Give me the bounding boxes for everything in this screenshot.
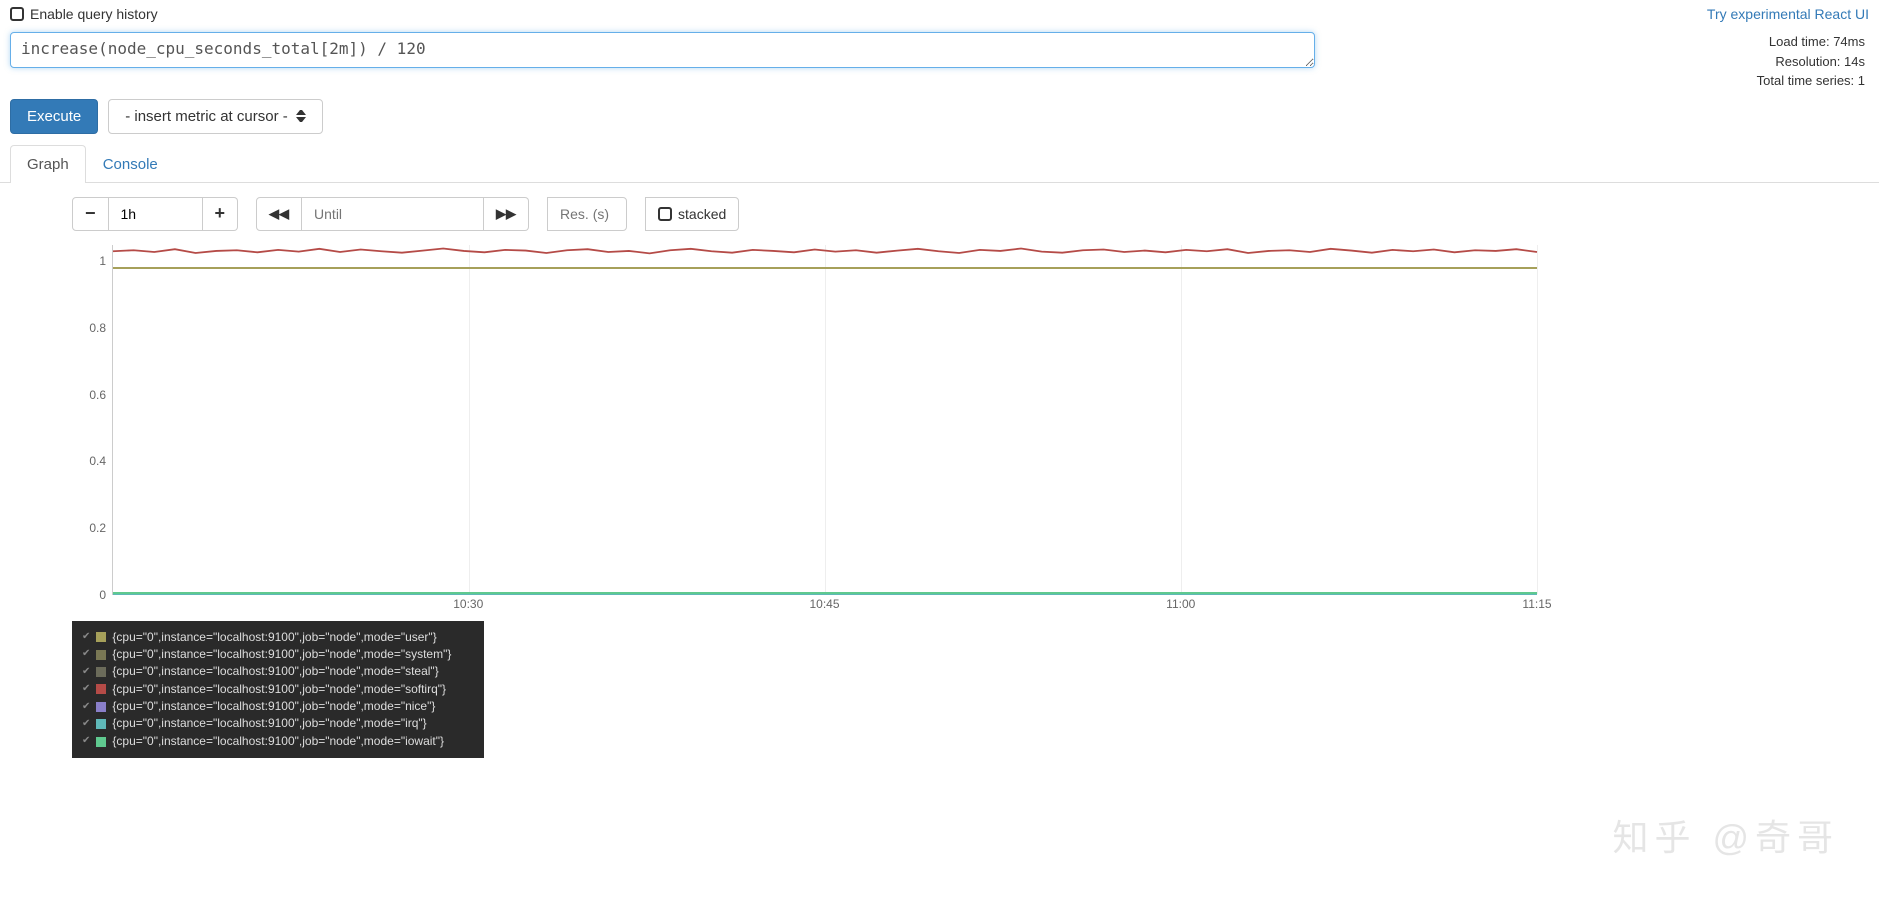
resolution: Resolution: 14s [1757, 52, 1865, 72]
legend-row[interactable]: ✔ {cpu="0",instance="localhost:9100",job=… [82, 698, 474, 715]
checkbox-icon [10, 7, 24, 21]
time-forward-button[interactable]: ▶▶ [484, 197, 529, 231]
time-back-button[interactable]: ◀◀ [256, 197, 302, 231]
legend-row[interactable]: ✔ {cpu="0",instance="localhost:9100",job=… [82, 715, 474, 732]
check-icon: ✔ [82, 734, 90, 749]
execute-button[interactable]: Execute [10, 99, 98, 134]
color-swatch [96, 650, 106, 660]
color-swatch [96, 737, 106, 747]
check-icon: ✔ [82, 647, 90, 662]
color-swatch [96, 667, 106, 677]
y-tick: 0.8 [89, 321, 106, 335]
x-tick: 11:15 [1522, 597, 1551, 611]
chart-area[interactable]: 00.20.40.60.81 10:3010:4511:0011:15 [72, 245, 1537, 615]
watermark: 知乎 @奇哥 [1612, 809, 1839, 861]
legend-label: {cpu="0",instance="localhost:9100",job="… [112, 629, 436, 646]
legend-label: {cpu="0",instance="localhost:9100",job="… [112, 663, 438, 680]
stacked-label: stacked [678, 206, 726, 222]
color-swatch [96, 684, 106, 694]
range-increase-button[interactable]: + [203, 197, 239, 231]
legend-row[interactable]: ✔ {cpu="0",instance="localhost:9100",job=… [82, 646, 474, 663]
x-tick: 10:45 [809, 597, 839, 611]
legend-row[interactable]: ✔ {cpu="0",instance="localhost:9100",job=… [82, 681, 474, 698]
checkbox-icon [658, 207, 672, 221]
legend-row[interactable]: ✔ {cpu="0",instance="localhost:9100",job=… [82, 663, 474, 680]
legend: ✔ {cpu="0",instance="localhost:9100",job=… [72, 621, 484, 759]
y-tick: 0.2 [89, 521, 106, 535]
check-icon: ✔ [82, 630, 90, 645]
metric-dropdown[interactable]: - insert metric at cursor - [108, 99, 323, 134]
history-label: Enable query history [30, 6, 158, 22]
check-icon: ✔ [82, 700, 90, 715]
color-swatch [96, 702, 106, 712]
resolution-input[interactable] [560, 198, 614, 230]
legend-label: {cpu="0",instance="localhost:9100",job="… [112, 715, 426, 732]
tab-console[interactable]: Console [86, 145, 175, 183]
check-icon: ✔ [82, 682, 90, 697]
check-icon: ✔ [82, 717, 90, 732]
check-icon: ✔ [82, 665, 90, 680]
tab-graph[interactable]: Graph [10, 145, 86, 183]
color-swatch [96, 632, 106, 642]
time-range-group: − + [72, 197, 238, 231]
metric-dropdown-label: - insert metric at cursor - [125, 108, 288, 125]
legend-label: {cpu="0",instance="localhost:9100",job="… [112, 698, 435, 715]
y-tick: 0.6 [89, 388, 106, 402]
series-line [113, 245, 1537, 594]
x-tick: 11:00 [1166, 597, 1195, 611]
enable-history-toggle[interactable]: Enable query history [10, 6, 158, 22]
y-tick: 0.4 [89, 454, 106, 468]
total-series: Total time series: 1 [1757, 71, 1865, 91]
stacked-toggle[interactable]: stacked [645, 197, 739, 231]
query-input[interactable] [10, 32, 1315, 68]
until-input[interactable] [314, 198, 471, 230]
react-ui-link[interactable]: Try experimental React UI [1707, 6, 1869, 22]
color-swatch [96, 719, 106, 729]
range-decrease-button[interactable]: − [72, 197, 109, 231]
load-time: Load time: 74ms [1757, 32, 1865, 52]
y-tick: 1 [99, 254, 106, 268]
legend-label: {cpu="0",instance="localhost:9100",job="… [112, 681, 446, 698]
legend-label: {cpu="0",instance="localhost:9100",job="… [112, 646, 451, 663]
legend-row[interactable]: ✔ {cpu="0",instance="localhost:9100",job=… [82, 733, 474, 750]
legend-row[interactable]: ✔ {cpu="0",instance="localhost:9100",job=… [82, 629, 474, 646]
legend-label: {cpu="0",instance="localhost:9100",job="… [112, 733, 444, 750]
range-input[interactable] [121, 198, 190, 230]
caret-updown-icon [296, 110, 306, 122]
y-tick: 0 [99, 588, 106, 602]
query-stats: Load time: 74ms Resolution: 14s Total ti… [1757, 32, 1869, 91]
time-nav-group: ◀◀ ▶▶ [256, 197, 529, 231]
x-tick: 10:30 [453, 597, 483, 611]
